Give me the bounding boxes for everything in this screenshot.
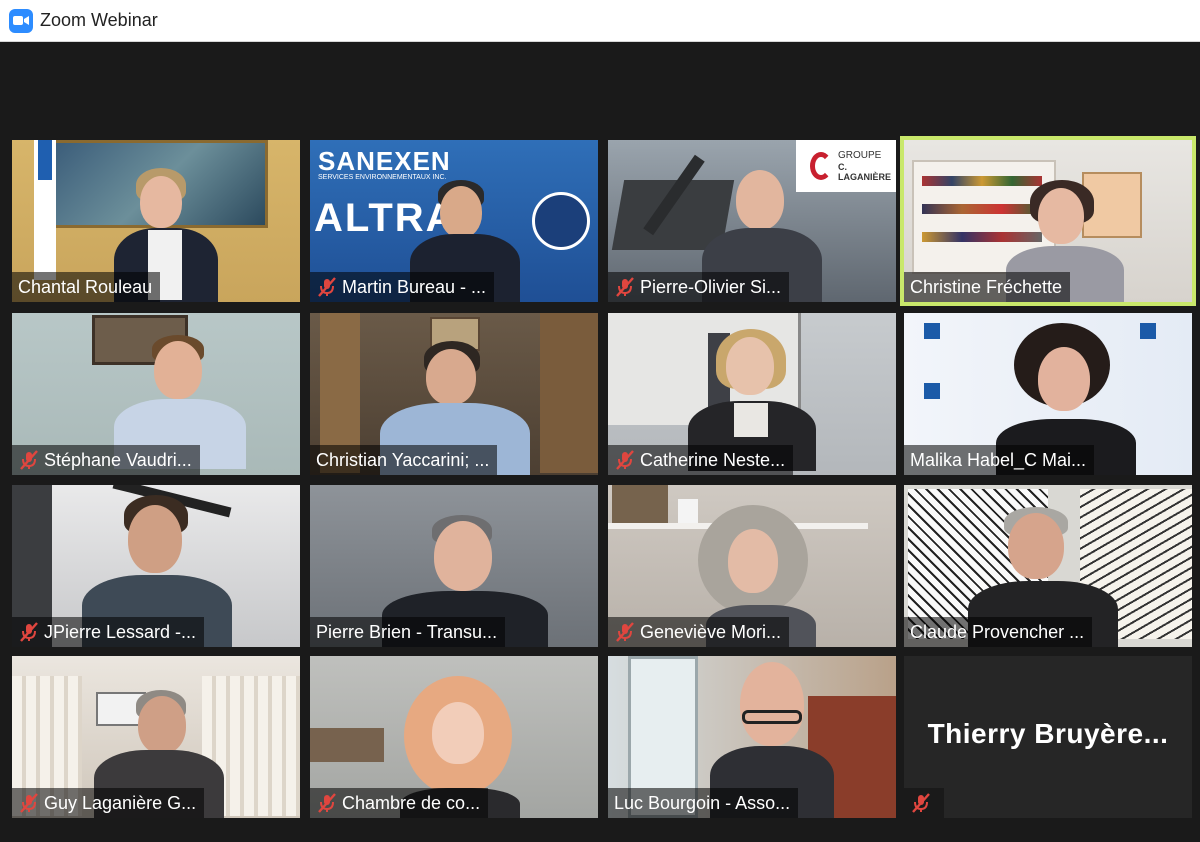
- participant-name: Stéphane Vaudri...: [44, 449, 192, 470]
- participant-name-bar: Pierre Brien - Transu...: [310, 617, 506, 647]
- participant-name: Chambre de co...: [342, 792, 481, 813]
- video-tile[interactable]: Chantal Rouleau: [12, 140, 300, 302]
- participant-name-bar: Stéphane Vaudri...: [12, 445, 200, 475]
- participant-name-bar: JPierre Lessard -...: [12, 617, 205, 647]
- participant-name: Catherine Neste...: [640, 449, 786, 470]
- video-tile[interactable]: GROUPE C. LAGANIÈRE Pierre-Olivier Si...: [608, 140, 896, 302]
- altra-logo: ALTRA: [314, 196, 457, 240]
- participant-name: Pierre-Olivier Si...: [640, 276, 782, 297]
- video-tile[interactable]: Claude Provencher ...: [904, 485, 1192, 647]
- participant-name-bar: Malika Habel_C Mai...: [904, 445, 1095, 475]
- video-tile[interactable]: Malika Habel_C Mai...: [904, 313, 1192, 475]
- participant-name: Geneviève Mori...: [640, 621, 782, 642]
- participant-name-bar: Guy Laganière G...: [12, 788, 205, 818]
- video-tile[interactable]: Luc Bourgoin - Asso...: [608, 656, 896, 818]
- video-tile[interactable]: Catherine Neste...: [608, 313, 896, 475]
- video-tile-active-speaker[interactable]: Christine Fréchette: [900, 136, 1196, 306]
- muted-mic-icon: [616, 450, 634, 470]
- video-tile[interactable]: Chambre de co...: [310, 656, 598, 818]
- muted-mic-icon: [20, 622, 38, 642]
- sanexen-tagline: SERVICES ENVIRONNEMENTAUX INC.: [318, 174, 447, 181]
- sanexen-logo: SANEXEN: [318, 146, 451, 176]
- video-tile[interactable]: JPierre Lessard -...: [12, 485, 300, 647]
- zoom-camera-icon: [9, 8, 33, 33]
- participant-name-bar: Martin Bureau - ...: [310, 272, 495, 302]
- participant-name-bar: Christine Fréchette: [904, 272, 1071, 302]
- participant-name-bar: [904, 788, 944, 818]
- muted-mic-icon: [20, 450, 38, 470]
- video-tile[interactable]: Stéphane Vaudri...: [12, 313, 300, 475]
- muted-mic-icon: [616, 622, 634, 642]
- participant-name: Pierre Brien - Transu...: [316, 621, 498, 642]
- window-title: Zoom Webinar: [40, 10, 158, 30]
- participant-name: Christine Fréchette: [910, 276, 1063, 297]
- laganiere-logo: GROUPE C. LAGANIÈRE: [796, 140, 896, 192]
- participant-name-bar: Catherine Neste...: [608, 445, 794, 475]
- participant-name-bar: Christian Yaccarini; ...: [310, 445, 498, 475]
- participant-name-bar: Chantal Rouleau: [12, 272, 161, 302]
- video-tile[interactable]: Geneviève Mori...: [608, 485, 896, 647]
- solar-impulse-seal-icon: [532, 192, 590, 250]
- participant-name: Luc Bourgoin - Asso...: [614, 792, 791, 813]
- video-tile-camera-off[interactable]: Thierry Bruyère...: [904, 656, 1192, 818]
- participant-name: Malika Habel_C Mai...: [910, 449, 1087, 470]
- muted-mic-icon: [912, 793, 930, 813]
- participant-name-bar: Luc Bourgoin - Asso...: [608, 788, 799, 818]
- participant-name: Martin Bureau - ...: [342, 276, 487, 297]
- participant-name-bar: Pierre-Olivier Si...: [608, 272, 790, 302]
- participant-name: JPierre Lessard -...: [44, 621, 197, 642]
- video-tile[interactable]: Pierre Brien - Transu...: [310, 485, 598, 647]
- video-tile[interactable]: SANEXEN SERVICES ENVIRONNEMENTAUX INC. A…: [310, 140, 598, 302]
- muted-mic-icon: [616, 277, 634, 297]
- video-tile[interactable]: Christian Yaccarini; ...: [310, 313, 598, 475]
- muted-mic-icon: [318, 277, 336, 297]
- participant-name-bar: Geneviève Mori...: [608, 617, 790, 647]
- participant-name-bar: Claude Provencher ...: [904, 617, 1093, 647]
- video-tile[interactable]: Guy Laganière G...: [12, 656, 300, 818]
- participant-name: Guy Laganière G...: [44, 792, 197, 813]
- participant-name: Christian Yaccarini; ...: [316, 449, 490, 470]
- participant-display-name: Thierry Bruyère...: [927, 718, 1169, 749]
- window-titlebar: Zoom Webinar: [0, 0, 1200, 42]
- muted-mic-icon: [20, 793, 38, 813]
- participant-name: Chantal Rouleau: [18, 276, 153, 297]
- participant-name: Claude Provencher ...: [910, 621, 1085, 642]
- video-gallery: Chantal Rouleau SANEXEN SERVICES ENVIRON…: [0, 42, 1200, 842]
- muted-mic-icon: [318, 793, 336, 813]
- participant-name-bar: Chambre de co...: [310, 788, 489, 818]
